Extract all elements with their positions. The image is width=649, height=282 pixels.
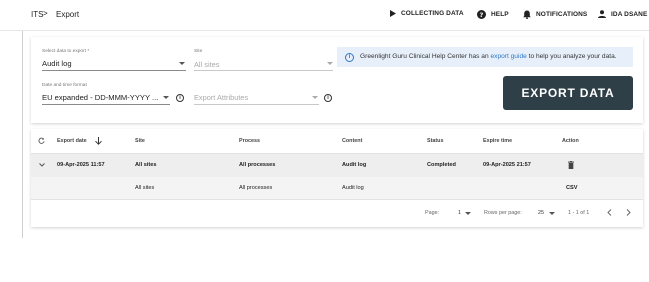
header-export-date[interactable]: Export date <box>57 138 87 144</box>
help-label: HELP <box>491 11 509 18</box>
breadcrumb-separator: > <box>43 9 48 18</box>
chevron-down-icon <box>327 62 333 65</box>
rows-per-page-value: 25 <box>538 210 544 216</box>
trash-icon[interactable] <box>568 161 574 169</box>
rows-per-page-select[interactable]: 25 <box>538 208 556 218</box>
select-data-underline <box>42 70 186 71</box>
chevron-down-icon <box>312 96 318 99</box>
info-text-after: to help you analyze your data. <box>526 53 617 60</box>
page-label: Page: <box>425 210 440 216</box>
collecting-data-button[interactable]: COLLECTING DATA <box>390 10 464 17</box>
header-status: Status <box>427 138 444 144</box>
chevron-down-icon <box>179 62 185 65</box>
site-underline <box>194 70 333 71</box>
bell-icon <box>523 10 531 19</box>
help-icon: ? <box>477 10 486 19</box>
cell-content: Audit log <box>342 185 364 191</box>
cell-process: All processes <box>239 162 276 168</box>
info-text-before: Greenlight Guru Clinical Help Center has… <box>360 53 491 60</box>
chevron-down-icon <box>163 96 169 99</box>
user-menu[interactable]: IDA DSANE <box>598 10 647 18</box>
info-icon: i <box>345 53 354 62</box>
info-icon[interactable]: i <box>324 94 332 102</box>
left-divider <box>22 31 23 238</box>
svg-text:?: ? <box>480 12 484 19</box>
export-attributes-dropdown[interactable]: Export Attributes <box>194 92 319 104</box>
datetime-format-value: EU expanded - DD-MMM-YYYY ... <box>42 93 159 102</box>
help-button[interactable]: ? HELP <box>477 10 509 19</box>
csv-download-link[interactable]: CSV <box>566 185 578 191</box>
select-data-dropdown[interactable]: Audit log <box>42 58 186 70</box>
table-row: All sites All processes Audit log CSV <box>31 177 643 200</box>
export-attributes-placeholder: Export Attributes <box>194 93 249 102</box>
site-label: Site <box>194 49 203 54</box>
info-banner-text: Greenlight Guru Clinical Help Center has… <box>360 53 617 60</box>
select-data-label: Select data to export * <box>42 49 90 54</box>
table-row[interactable]: 09-Apr-2025 11:57 All sites All processe… <box>31 154 643 177</box>
cell-site: All sites <box>135 185 155 191</box>
user-name: IDA DSANE <box>611 10 648 18</box>
cell-site: All sites <box>135 162 157 168</box>
table-header: Export date Site Process Content Status … <box>31 129 643 154</box>
exports-table: Export date Site Process Content Status … <box>31 129 643 227</box>
cell-process: All processes <box>239 185 273 191</box>
breadcrumb-root[interactable]: ITS <box>31 10 43 19</box>
person-icon <box>598 10 606 18</box>
notifications-label: NOTIFICATIONS <box>536 11 588 18</box>
export-data-button[interactable]: EXPORT DATA <box>503 76 633 110</box>
select-data-value: Audit log <box>42 59 72 68</box>
chevron-left-icon[interactable] <box>607 209 612 216</box>
page-value: 1 <box>458 210 461 216</box>
datetime-format-label: Date and time format <box>42 83 87 88</box>
cell-export-date: 09-Apr-2025 11:57 <box>57 162 105 168</box>
rows-per-page-label: Rows per page: <box>484 210 522 216</box>
page-select[interactable]: 1 <box>458 208 472 218</box>
notifications-button[interactable]: NOTIFICATIONS <box>523 10 587 19</box>
arrow-down-icon[interactable] <box>95 137 102 145</box>
chevron-down-icon[interactable] <box>39 163 45 167</box>
info-banner: i Greenlight Guru Clinical Help Center h… <box>337 47 633 67</box>
site-placeholder: All sites <box>194 60 220 69</box>
cell-status: Completed <box>427 162 456 168</box>
page-title: Export <box>56 10 80 19</box>
header-content: Content <box>342 138 363 144</box>
datetime-format-dropdown[interactable]: EU expanded - DD-MMM-YYYY ... <box>42 92 170 104</box>
header-expire-time: Expire time <box>483 138 513 144</box>
play-icon <box>390 10 396 17</box>
datetime-format-underline <box>42 104 170 105</box>
pagination-range: 1 - 1 of 1 <box>568 210 590 216</box>
info-icon[interactable]: i <box>176 94 184 102</box>
collecting-data-label: COLLECTING DATA <box>401 10 464 17</box>
cell-expire-time: 09-Apr-2025 21:57 <box>483 162 531 168</box>
export-attributes-underline <box>194 104 319 105</box>
chevron-right-icon[interactable] <box>626 209 631 216</box>
top-bar: ITS > Export COLLECTING DATA ? HELP NOTI… <box>0 0 649 31</box>
header-process: Process <box>239 138 260 144</box>
header-action: Action <box>562 138 579 144</box>
cell-content: Audit log <box>342 162 367 168</box>
site-dropdown[interactable]: All sites <box>194 58 333 70</box>
header-site: Site <box>135 138 145 144</box>
chevron-down-icon <box>465 212 471 215</box>
refresh-icon[interactable] <box>38 137 45 144</box>
chevron-down-icon <box>549 212 555 215</box>
export-guide-link[interactable]: export guide <box>490 53 526 60</box>
